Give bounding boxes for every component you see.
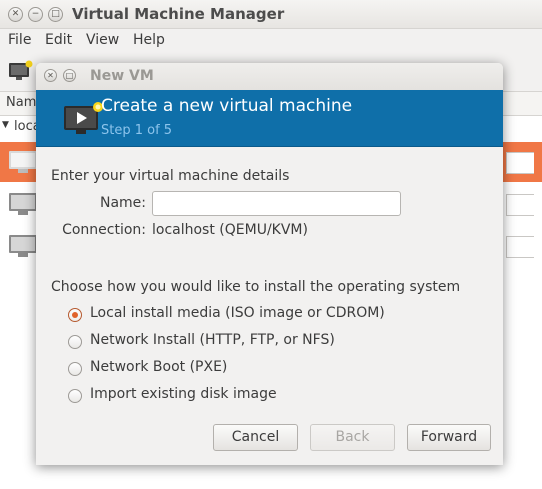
radio-label[interactable]: Network Boot (PXE) [90,359,227,375]
connection-label: Connection: [62,222,146,238]
cancel-button[interactable]: Cancel [213,424,298,451]
radio-button[interactable] [68,335,82,349]
row-cell [506,152,534,174]
radio-label[interactable]: Import existing disk image [90,386,277,402]
main-titlebar: ✕ − □ Virtual Machine Manager [0,0,542,29]
step-indicator: Step 1 of 5 [101,123,173,138]
details-heading: Enter your virtual machine details [51,168,290,184]
new-vm-monitor-icon [64,102,103,134]
name-input[interactable] [152,191,401,216]
radio-label[interactable]: Local install media (ISO image or CDROM) [90,305,385,321]
dialog-titlebar: ✕ □ New VM [36,63,503,90]
new-vm-dialog: ✕ □ New VM Create a new virtual machine … [36,63,503,465]
menu-help[interactable]: Help [133,32,165,48]
monitor-icon [9,193,37,215]
menubar: File Edit View Help [0,29,542,54]
banner-title: Create a new virtual machine [101,96,353,116]
menu-file[interactable]: File [8,32,31,48]
radio-button[interactable] [68,308,82,322]
window-title: Virtual Machine Manager [72,5,285,23]
menu-edit[interactable]: Edit [45,32,72,48]
radio-local-media[interactable]: Local install media (ISO image or CDROM) [68,305,468,325]
menu-view[interactable]: View [86,32,119,48]
install-heading: Choose how you would like to install the… [51,279,461,295]
radio-button[interactable] [68,389,82,403]
forward-button[interactable]: Forward [407,424,491,451]
monitor-icon [9,235,37,257]
dialog-maximize-icon[interactable]: □ [63,69,76,82]
radio-label[interactable]: Network Install (HTTP, FTP, or NFS) [90,332,335,348]
expand-arrow-icon[interactable]: ▼ [2,120,9,130]
connection-value: localhost (QEMU/KVM) [152,222,308,238]
dialog-title: New VM [90,68,154,84]
radio-import-disk[interactable]: Import existing disk image [68,386,468,406]
row-cell [506,236,534,258]
wizard-banner: Create a new virtual machine Step 1 of 5 [36,90,503,147]
monitor-icon [9,151,37,173]
close-icon[interactable]: ✕ [8,7,23,22]
back-button[interactable]: Back [310,424,395,451]
dialog-close-icon[interactable]: ✕ [44,69,57,82]
new-vm-icon[interactable] [8,60,34,82]
name-label: Name: [99,195,146,211]
radio-button[interactable] [68,362,82,376]
minimize-icon[interactable]: − [28,7,43,22]
radio-network-boot[interactable]: Network Boot (PXE) [68,359,468,379]
row-cell [506,194,534,216]
radio-network-install[interactable]: Network Install (HTTP, FTP, or NFS) [68,332,468,352]
maximize-icon[interactable]: □ [48,7,63,22]
